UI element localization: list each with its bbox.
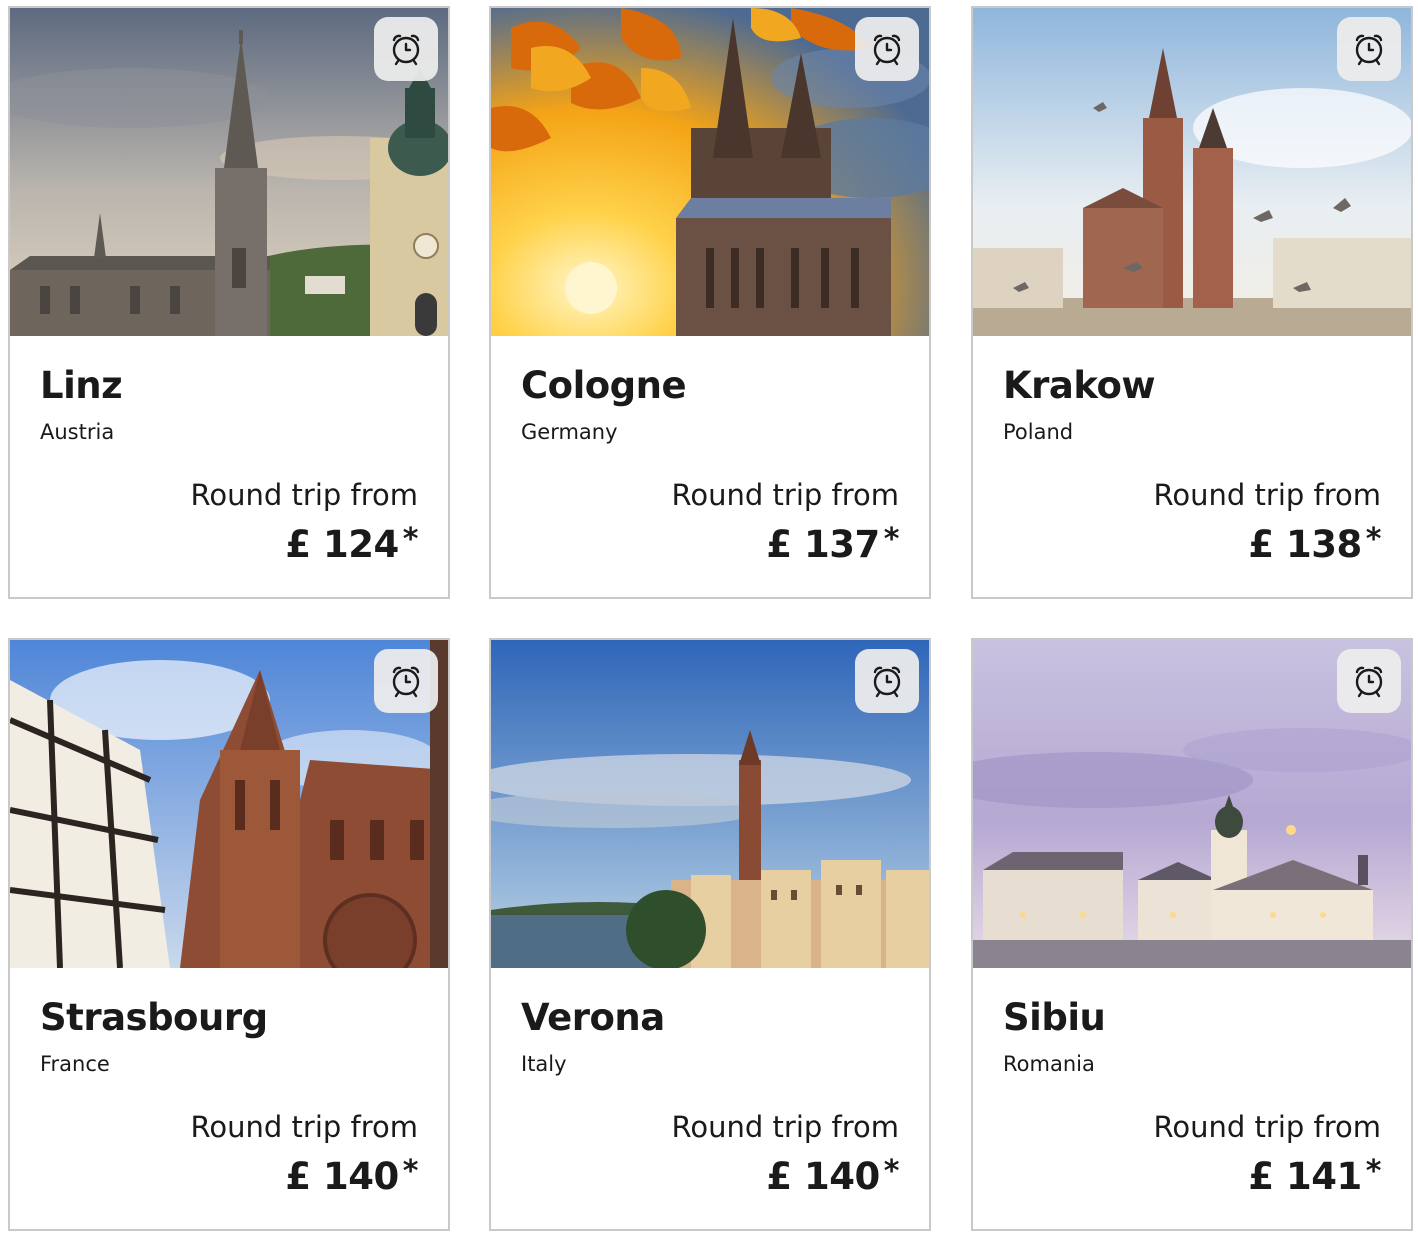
country-name: Romania xyxy=(1003,1052,1095,1076)
destination-photo-strasbourg xyxy=(10,640,448,968)
city-name: Strasbourg xyxy=(40,996,268,1039)
price-label: Round trip from xyxy=(671,478,899,512)
alarm-clock-icon xyxy=(873,666,901,698)
price-alert-button[interactable] xyxy=(855,17,919,81)
city-name: Linz xyxy=(40,364,123,407)
city-name: Verona xyxy=(521,996,665,1039)
country-name: Germany xyxy=(521,420,618,444)
price-alert-button[interactable] xyxy=(1337,649,1401,713)
destination-photo-cologne xyxy=(491,8,929,336)
price-alert-button[interactable] xyxy=(374,17,438,81)
city-name: Sibiu xyxy=(1003,996,1106,1039)
price-alert-button[interactable] xyxy=(1337,17,1401,81)
price-value: £ 140 * xyxy=(766,1154,899,1198)
price-amount: £ 138 xyxy=(1248,523,1362,566)
price-amount: £ 141 xyxy=(1248,1155,1362,1198)
price-amount: £ 140 xyxy=(285,1155,399,1198)
price-label: Round trip from xyxy=(671,1110,899,1144)
destination-photo-verona xyxy=(491,640,929,968)
alarm-clock-icon xyxy=(392,666,420,698)
price-asterisk: * xyxy=(883,1154,900,1189)
price-label: Round trip from xyxy=(190,478,418,512)
country-name: Italy xyxy=(521,1052,567,1076)
price-value: £ 140 * xyxy=(285,1154,418,1198)
price-asterisk: * xyxy=(1365,1154,1382,1189)
destination-card-cologne[interactable]: Cologne Germany Round trip from £ 137 * xyxy=(489,6,931,599)
alarm-clock-icon xyxy=(392,34,420,66)
price-asterisk: * xyxy=(402,522,419,557)
destination-photo-linz xyxy=(10,8,448,336)
destination-photo-sibiu xyxy=(973,640,1411,968)
price-alert-button[interactable] xyxy=(855,649,919,713)
alarm-clock-icon xyxy=(873,34,901,66)
price-label: Round trip from xyxy=(190,1110,418,1144)
destination-card-krakow[interactable]: Krakow Poland Round trip from £ 138 * xyxy=(971,6,1413,599)
price-label: Round trip from xyxy=(1153,478,1381,512)
destination-photo-krakow xyxy=(973,8,1411,336)
country-name: Austria xyxy=(40,420,115,444)
city-name: Krakow xyxy=(1003,364,1156,407)
price-asterisk: * xyxy=(1365,522,1382,557)
price-value: £ 141 * xyxy=(1248,1154,1381,1198)
destination-card-linz[interactable]: Linz Austria Round trip from £ 124 * xyxy=(8,6,450,599)
price-value: £ 124 * xyxy=(285,522,418,566)
destination-card-verona[interactable]: Verona Italy Round trip from £ 140 * xyxy=(489,638,931,1231)
price-asterisk: * xyxy=(883,522,900,557)
price-amount: £ 124 xyxy=(285,523,399,566)
price-asterisk: * xyxy=(402,1154,419,1189)
price-amount: £ 137 xyxy=(766,523,880,566)
country-name: Poland xyxy=(1003,420,1074,444)
alarm-clock-icon xyxy=(1355,666,1383,698)
country-name: France xyxy=(40,1052,110,1076)
city-name: Cologne xyxy=(521,364,687,407)
price-alert-button[interactable] xyxy=(374,649,438,713)
destination-card-strasbourg[interactable]: Strasbourg France Round trip from £ 140 * xyxy=(8,638,450,1231)
price-value: £ 137 * xyxy=(766,522,899,566)
price-label: Round trip from xyxy=(1153,1110,1381,1144)
alarm-clock-icon xyxy=(1355,34,1383,66)
price-value: £ 138 * xyxy=(1248,522,1381,566)
price-amount: £ 140 xyxy=(766,1155,880,1198)
destination-card-sibiu[interactable]: Sibiu Romania Round trip from £ 141 * xyxy=(971,638,1413,1231)
destination-grid: Linz Austria Round trip from £ 124 * Col… xyxy=(0,0,1418,1238)
